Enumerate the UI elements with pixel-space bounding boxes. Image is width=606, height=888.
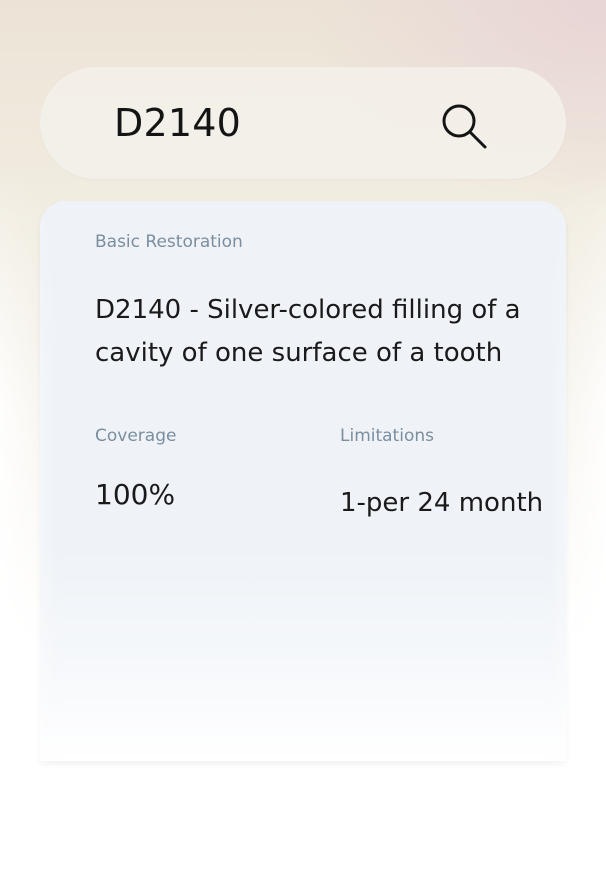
procedure-card[interactable]: Basic Restoration D2140 - Silver-colored… [40, 201, 566, 761]
coverage-value: 100% [95, 478, 176, 511]
coverage-label: Coverage [95, 426, 177, 446]
limitations-value: 1-per 24 month [340, 488, 544, 518]
procedure-category: Basic Restoration [95, 232, 243, 252]
search-bar[interactable]: D2140 [40, 67, 566, 179]
limitations-label: Limitations [340, 426, 434, 446]
procedure-title: D2140 - Silver-colored filling of a cavi… [95, 295, 521, 368]
search-input[interactable]: D2140 [114, 67, 241, 179]
search-icon[interactable] [438, 100, 490, 152]
